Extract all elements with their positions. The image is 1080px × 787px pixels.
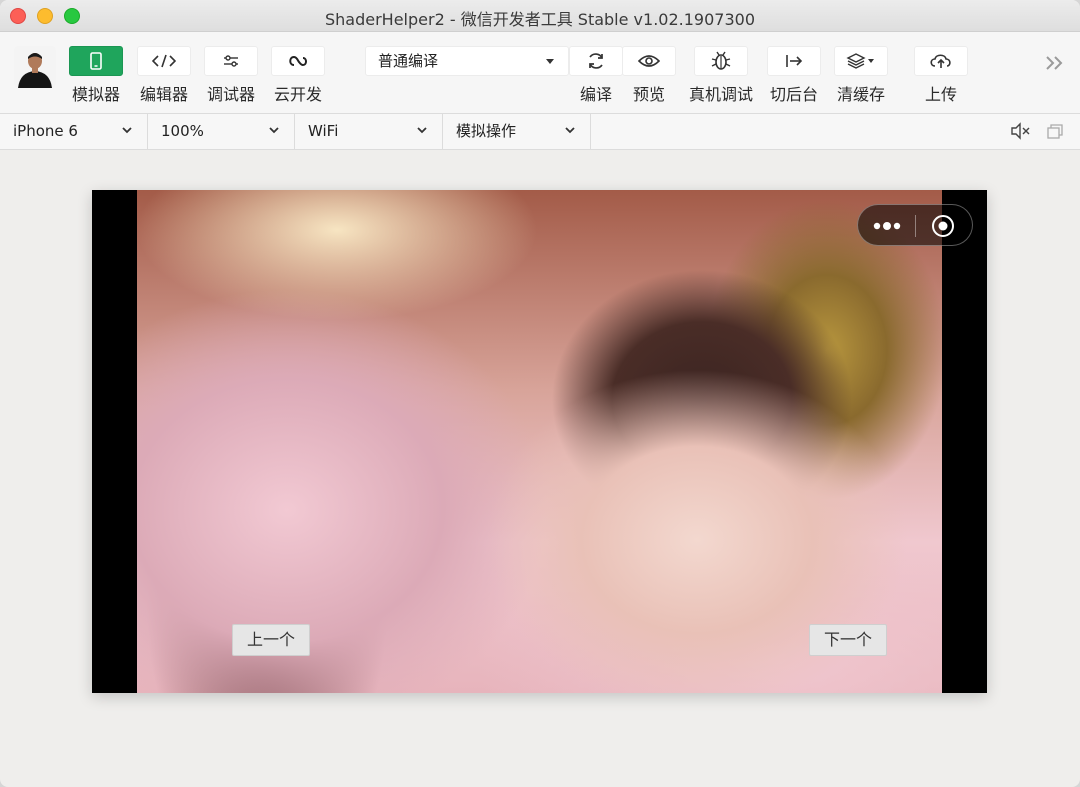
preview-tool[interactable]: 预览 <box>621 46 677 105</box>
chevron-down-icon <box>565 127 575 134</box>
main-toolbar: 模拟器 编辑器 调试器 云开发 普通编译 编译 预览 真机调试 切后台 清缓存 … <box>0 32 1080 114</box>
remote-debug-label: 真机调试 <box>688 85 753 104</box>
device-bar: iPhone 6 100% WiFi 模拟操作 <box>0 114 1080 150</box>
simulator-label: 模拟器 <box>71 85 120 104</box>
upload-tool[interactable]: 上传 <box>913 46 969 105</box>
avatar[interactable] <box>14 46 56 88</box>
chevron-down-icon <box>122 127 132 134</box>
simulate-ops-select[interactable]: 模拟操作 <box>443 114 591 150</box>
upload-label: 上传 <box>924 85 957 104</box>
mini-program-capsule <box>857 204 973 246</box>
simulator-tool[interactable]: 模拟器 <box>68 46 124 105</box>
editor-label: 编辑器 <box>139 85 188 104</box>
device-value: iPhone 6 <box>13 122 78 140</box>
simulate-ops-value: 模拟操作 <box>456 122 517 140</box>
chevron-down-icon <box>269 127 279 134</box>
caret-down-icon <box>546 59 554 64</box>
zoom-value: 100% <box>161 122 204 140</box>
cloud-link-icon <box>289 55 307 67</box>
simulator-button[interactable] <box>69 46 123 76</box>
prev-button[interactable]: 上一个 <box>232 624 310 656</box>
debugger-label: 调试器 <box>206 85 255 104</box>
compile-label: 编译 <box>579 85 612 104</box>
zoom-select[interactable]: 100% <box>148 114 295 150</box>
editor-tool[interactable]: 编辑器 <box>136 46 192 105</box>
bug-icon <box>711 51 731 70</box>
remote-debug-tool[interactable]: 真机调试 <box>686 46 756 105</box>
editor-button[interactable] <box>137 46 191 76</box>
title-bar: ShaderHelper2 - 微信开发者工具 Stable v1.02.190… <box>0 0 1080 32</box>
compile-tool[interactable]: 编译 <box>568 46 624 105</box>
app-window: ShaderHelper2 - 微信开发者工具 Stable v1.02.190… <box>0 0 1080 787</box>
window-icon[interactable] <box>1046 124 1064 140</box>
preview-label: 预览 <box>632 85 665 104</box>
mute-icon[interactable] <box>1010 122 1032 140</box>
background-button[interactable] <box>767 46 821 76</box>
cloud-dev-button[interactable] <box>271 46 325 76</box>
blurred-photo <box>137 190 942 693</box>
simulator-viewport[interactable]: 上一个 下一个 <box>92 190 987 693</box>
phone-icon <box>90 52 102 70</box>
compile-mode-value: 普通编译 <box>378 52 439 70</box>
chevron-down-icon <box>417 127 427 134</box>
debugger-tool[interactable]: 调试器 <box>203 46 259 105</box>
switch-out-icon <box>786 55 803 67</box>
eye-icon <box>638 55 660 67</box>
window-title: ShaderHelper2 - 微信开发者工具 Stable v1.02.190… <box>325 10 755 29</box>
clear-cache-button[interactable] <box>834 46 888 76</box>
debugger-button[interactable] <box>204 46 258 76</box>
more-dots-icon[interactable] <box>872 219 906 233</box>
compile-mode-select[interactable]: 普通编译 <box>365 46 569 76</box>
cloud-dev-label: 云开发 <box>273 85 322 104</box>
next-button[interactable]: 下一个 <box>809 624 887 656</box>
compile-button[interactable] <box>569 46 623 76</box>
upload-button[interactable] <box>914 46 968 76</box>
clear-cache-tool[interactable]: 清缓存 <box>833 46 889 105</box>
cloud-dev-tool[interactable]: 云开发 <box>270 46 326 105</box>
network-select[interactable]: WiFi <box>295 114 443 150</box>
cloud-upload-icon <box>930 54 951 68</box>
close-target-icon[interactable] <box>930 213 956 239</box>
preview-button[interactable] <box>622 46 676 76</box>
background-tool[interactable]: 切后台 <box>766 46 822 105</box>
remote-debug-button[interactable] <box>694 46 748 76</box>
clear-cache-label: 清缓存 <box>836 85 885 104</box>
double-chevron-icon[interactable] <box>1044 54 1066 72</box>
code-icon <box>152 54 176 68</box>
layers-icon <box>846 53 874 69</box>
background-label: 切后台 <box>769 85 818 104</box>
sliders-icon <box>224 55 238 67</box>
device-select[interactable]: iPhone 6 <box>0 114 148 150</box>
capsule-divider <box>915 215 916 237</box>
refresh-icon <box>589 53 603 69</box>
network-value: WiFi <box>308 122 339 140</box>
